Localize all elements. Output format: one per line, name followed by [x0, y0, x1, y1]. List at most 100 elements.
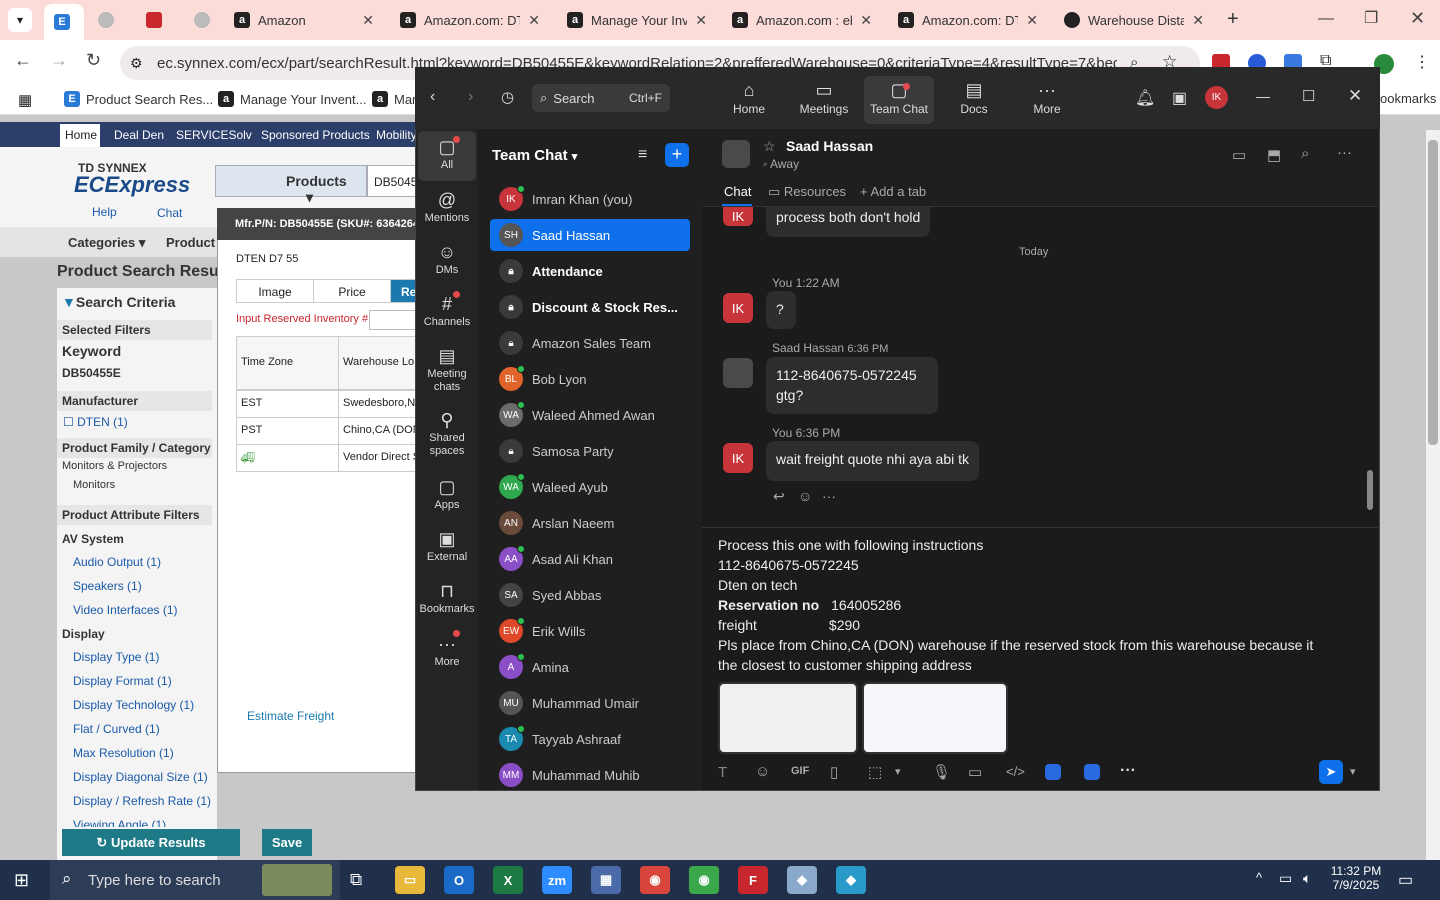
display-filter-link[interactable]: Display Diagonal Size (1) [73, 770, 208, 784]
star-icon[interactable]: ☆ [763, 138, 776, 155]
display-filter-link[interactable]: Max Resolution (1) [73, 746, 174, 760]
browser-tab[interactable] [88, 6, 128, 34]
chat-list-item[interactable]: AA Asad Ali Khan [490, 543, 690, 575]
browser-tab[interactable]: Warehouse Distan ✕ [1054, 6, 1214, 34]
chat-list-item[interactable]: 🔒︎ Attendance [490, 255, 690, 287]
screenshot-icon[interactable]: ⬚ [868, 763, 882, 781]
new-chat-button[interactable]: + [665, 143, 689, 167]
chat-list-item[interactable]: AN Arslan Naeem [490, 507, 690, 539]
product-menu[interactable]: Product I [166, 235, 222, 250]
tab-close-icon[interactable]: ✕ [528, 12, 540, 29]
more-icon[interactable]: ··· [822, 488, 836, 504]
nav-servicesolv[interactable]: SERVICESolv [176, 128, 252, 142]
top-tab-docs[interactable]: ▤ Docs [939, 80, 1009, 116]
outlook-icon[interactable]: O [444, 866, 474, 894]
chat-link[interactable]: Chat [157, 206, 182, 220]
estimate-freight-link[interactable]: Estimate Freight [247, 709, 334, 723]
app-icon[interactable]: ◆ [787, 866, 817, 894]
nav-sponsored[interactable]: Sponsored Products [261, 128, 370, 142]
zoom-icon[interactable]: zm [534, 860, 580, 900]
browser-tab[interactable]: a Amazon.com: DTE ✕ [390, 6, 550, 34]
tab-resources[interactable]: ▭ Resources [768, 184, 846, 200]
calculator-icon[interactable]: ▦ [591, 866, 621, 894]
tab-close-icon[interactable]: ✕ [362, 12, 374, 29]
chat-list-item[interactable]: EW Erik Wills [490, 615, 690, 647]
start-icon[interactable]: ⊞ [14, 870, 29, 891]
emoji-icon[interactable]: ☺ [798, 488, 812, 504]
products-dropdown[interactable]: Products ▾ [215, 165, 367, 205]
chevron-down-icon[interactable]: ▾ [1350, 765, 1356, 778]
rail-item-bookmarks[interactable]: ⊓ Bookmarks [416, 581, 478, 615]
more-icon[interactable]: ··· [1120, 762, 1136, 780]
chat-list-item[interactable]: 🔒︎ Discount & Stock Res... [490, 291, 690, 323]
tray-chevron-icon[interactable]: ^ [1256, 870, 1262, 885]
chat-list-item[interactable]: WA Waleed Ayub [490, 471, 690, 503]
chrome-icon[interactable]: ◉ [640, 866, 670, 894]
volume-icon[interactable]: 🔈︎ [1303, 870, 1311, 887]
rail-item-mentions[interactable]: @ Mentions [416, 190, 478, 224]
restore-icon[interactable]: ❐ [1364, 8, 1378, 28]
apps-grid-icon[interactable]: ▦ [18, 91, 32, 109]
browser-tab[interactable]: a Manage Your Inve ✕ [557, 6, 717, 34]
nav-deal-den[interactable]: Deal Den [114, 128, 164, 142]
site-info-icon[interactable]: ⚙ [130, 55, 143, 72]
tab-search-button[interactable]: ▾ [8, 8, 32, 32]
reply-icon[interactable]: ↩ [773, 488, 785, 505]
minimize-icon[interactable]: — [1256, 88, 1270, 104]
chat-list-item[interactable]: SH Saad Hassan [490, 219, 690, 251]
browser-tab[interactable] [184, 6, 224, 34]
chat-list-title[interactable]: Team Chat ▾ [492, 147, 577, 164]
microphone-icon[interactable]: 🎙︎ [932, 763, 951, 781]
bookmark-item[interactable]: a Manage Your Invent... [218, 91, 366, 107]
file-icon[interactable]: ▯ [830, 763, 838, 781]
file-explorer-icon[interactable]: ▭ [395, 866, 425, 894]
rail-item-shared-spaces[interactable]: ⚲ Shared spaces [416, 410, 478, 458]
close-icon[interactable]: ✕ [1348, 86, 1362, 106]
av-filter-link[interactable]: Speakers (1) [73, 579, 142, 593]
send-button[interactable]: ➤ [1319, 760, 1343, 784]
tab-chat[interactable]: Chat [724, 184, 751, 199]
rail-item-more[interactable]: ··· More [416, 634, 478, 668]
excel-icon[interactable]: X [493, 866, 523, 894]
top-tab-home[interactable]: ⌂ Home [714, 80, 784, 116]
tab-close-icon[interactable]: ✕ [860, 12, 872, 29]
user-avatar[interactable]: IK [1205, 86, 1228, 109]
teams-search-input[interactable]: ⌕ Search Ctrl+F [532, 84, 670, 112]
chat-list-item[interactable]: A Amina [490, 651, 690, 683]
browser-tab[interactable]: a Amazon.com : eb ✕ [722, 6, 882, 34]
attachment-thumbnail[interactable] [718, 682, 858, 754]
browser-tab[interactable]: a Amazon ✕ [224, 6, 384, 34]
tab-close-icon[interactable]: ✕ [695, 12, 707, 29]
chat-list-item[interactable]: SA Syed Abbas [490, 579, 690, 611]
filter-icon[interactable]: ≡ [638, 146, 647, 164]
back-icon[interactable]: ← [14, 50, 32, 71]
chat-list-item[interactable]: 🔒︎ Amazon Sales Team [490, 327, 690, 359]
minimize-icon[interactable]: — [1318, 10, 1334, 28]
categories-menu[interactable]: Categories ▾ [68, 235, 145, 251]
display-filter-link[interactable]: Display Type (1) [73, 650, 159, 664]
rail-item-all[interactable]: ▢ All [416, 137, 478, 171]
all-bookmarks[interactable]: ookmarks [1380, 91, 1436, 106]
more-icon[interactable]: ··· [1337, 144, 1352, 161]
rail-item-external[interactable]: ▣ External [416, 529, 478, 563]
tab-close-icon[interactable]: ✕ [1192, 12, 1204, 29]
tab-add[interactable]: + Add a tab [860, 184, 926, 199]
tab-close-icon[interactable]: ✕ [1026, 12, 1038, 29]
chat-list-item[interactable]: BL Bob Lyon [490, 363, 690, 395]
share-screen-icon[interactable]: ⬒ [1267, 146, 1281, 164]
clock[interactable]: 11:32 PM 7/9/2025 [1330, 864, 1382, 892]
chat-list-item[interactable]: WA Waleed Ahmed Awan [490, 399, 690, 431]
bookmark-item[interactable]: E Product Search Res... [64, 91, 213, 107]
filezilla-icon[interactable]: F [738, 866, 768, 894]
chat-list-item[interactable]: MU Muhammad Umair [490, 687, 690, 719]
app-icon[interactable] [1045, 764, 1061, 780]
rail-item-apps[interactable]: ▢ Apps [416, 477, 478, 511]
reserved-input[interactable] [369, 310, 417, 330]
gif-icon[interactable]: GIF [791, 765, 809, 777]
chat-scrollbar-thumb[interactable] [1367, 470, 1373, 510]
display-filter-link[interactable]: Flat / Curved (1) [73, 722, 160, 736]
scrollbar-thumb[interactable] [1428, 140, 1438, 445]
browser-tab[interactable] [136, 6, 176, 34]
update-results-button[interactable]: ↻ Update Results [62, 829, 240, 856]
new-tab-icon[interactable]: + [1227, 8, 1239, 31]
